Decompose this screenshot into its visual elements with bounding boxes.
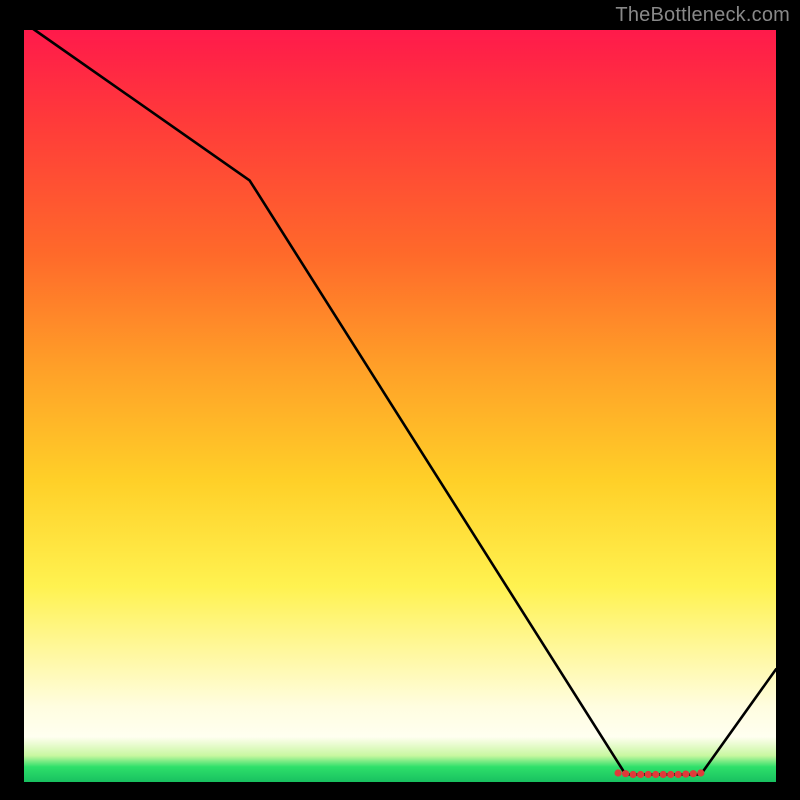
marker-dot bbox=[652, 771, 659, 778]
marker-dot bbox=[667, 771, 674, 778]
marker-dot bbox=[637, 771, 644, 778]
attribution-text: TheBottleneck.com bbox=[615, 4, 790, 27]
marker-dot bbox=[660, 771, 667, 778]
chart-overlay bbox=[24, 30, 776, 782]
marker-dot bbox=[682, 771, 689, 778]
marker-dot bbox=[645, 771, 652, 778]
marker-dot bbox=[690, 770, 697, 777]
marker-dot bbox=[630, 771, 637, 778]
chart-frame: TheBottleneck.com bbox=[0, 0, 800, 800]
marker-dot bbox=[615, 769, 622, 776]
marker-dot bbox=[622, 770, 629, 777]
chart-line bbox=[24, 23, 776, 775]
marker-dot bbox=[675, 771, 682, 778]
plot-area bbox=[24, 30, 776, 782]
marker-dot bbox=[697, 769, 704, 776]
